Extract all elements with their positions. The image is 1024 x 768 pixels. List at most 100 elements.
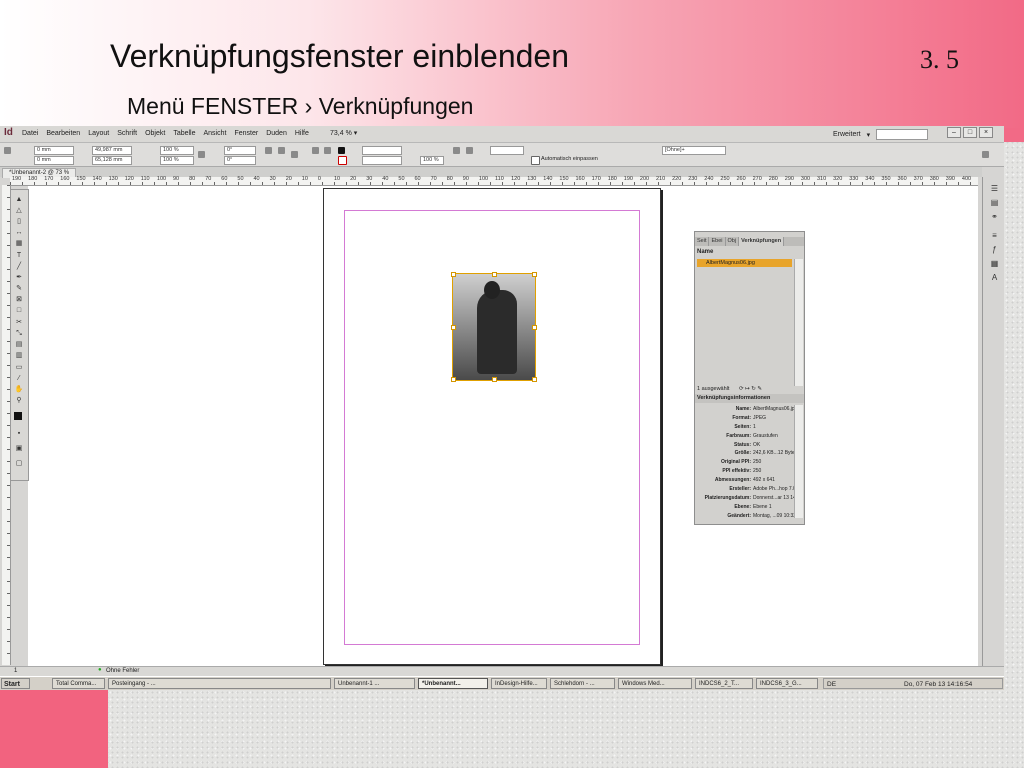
- x-field[interactable]: 0 mm: [34, 146, 74, 155]
- maximize-icon[interactable]: □: [963, 127, 977, 138]
- page-number-field[interactable]: 1: [14, 668, 17, 674]
- constrain-proportions-icon[interactable]: [198, 151, 205, 158]
- lightning-icon[interactable]: [982, 151, 989, 158]
- formatting-container-icon[interactable]: ▪: [14, 430, 24, 437]
- frame-handle[interactable]: [451, 272, 456, 277]
- type-tool-icon[interactable]: T: [14, 252, 24, 259]
- menu-item-datei[interactable]: Datei: [22, 130, 38, 137]
- menu-item-schrift[interactable]: Schrift: [117, 130, 137, 137]
- pencil-tool-icon[interactable]: ✎: [14, 285, 24, 292]
- minimize-icon[interactable]: –: [947, 127, 961, 138]
- taskbar-task[interactable]: Posteingang - ...: [108, 678, 331, 689]
- shear-field[interactable]: 0°: [224, 156, 256, 165]
- frame-handle[interactable]: [532, 377, 537, 382]
- panel-tab[interactable]: Ebei: [709, 237, 726, 246]
- taskbar-task[interactable]: Windows Med...: [618, 678, 692, 689]
- line-tool-icon[interactable]: ╱: [14, 263, 24, 270]
- document-page[interactable]: [323, 188, 661, 665]
- select-content-icon[interactable]: [324, 147, 331, 154]
- opacity-field[interactable]: 100 %: [420, 156, 444, 165]
- p-icon[interactable]: [291, 151, 298, 158]
- image-frame-albert-magnus[interactable]: [451, 272, 537, 382]
- menu-item-hilfe[interactable]: Hilfe: [295, 130, 309, 137]
- frame-handle[interactable]: [532, 325, 537, 330]
- swatches-panel-icon[interactable]: ▦: [989, 260, 1000, 268]
- rectangle-frame-tool-icon[interactable]: ⊠: [14, 296, 24, 303]
- links-name-header[interactable]: Name: [697, 249, 713, 255]
- hand-tool-icon[interactable]: ✋: [14, 386, 24, 393]
- edit-original-icon[interactable]: ✎: [757, 386, 762, 392]
- zoom-field[interactable]: 73,4 % ▾: [330, 129, 357, 137]
- update-link-icon[interactable]: ↻: [751, 386, 756, 392]
- corner-field[interactable]: [490, 146, 524, 155]
- fill-color-icon[interactable]: [14, 412, 22, 420]
- selection-tool-icon[interactable]: ▲: [14, 196, 24, 203]
- link-info-scrollbar[interactable]: [794, 405, 803, 518]
- gap-tool-icon[interactable]: ↔: [14, 229, 24, 236]
- link-info-header[interactable]: Verknüpfungsinformationen: [695, 394, 804, 403]
- note-tool-icon[interactable]: ▭: [14, 364, 24, 371]
- taskbar-task[interactable]: INDCS6_3_G...: [756, 678, 818, 689]
- taskbar-task[interactable]: Total Comma...: [52, 678, 105, 689]
- taskbar-task[interactable]: Schlehdorn - ...: [550, 678, 615, 689]
- panel-tab[interactable]: Verknüpfungen: [739, 237, 785, 246]
- start-button[interactable]: Start: [1, 678, 30, 689]
- rectangle-tool-icon[interactable]: □: [14, 307, 24, 314]
- goto-link-icon[interactable]: ↦: [745, 386, 750, 392]
- preview-mode-icon[interactable]: ▣: [14, 445, 24, 452]
- menu-item-tabelle[interactable]: Tabelle: [173, 130, 195, 137]
- pen-tool-icon[interactable]: ✒: [14, 274, 24, 281]
- stroke-weight-field[interactable]: [362, 146, 402, 155]
- stroke-swatch-icon[interactable]: [338, 156, 347, 165]
- screen-mode-icon[interactable]: ▢: [14, 460, 24, 467]
- scale-x-field[interactable]: 100 %: [160, 146, 194, 155]
- pages-panel-icon[interactable]: ☰: [989, 185, 1000, 193]
- menu-item-layout[interactable]: Layout: [88, 130, 109, 137]
- layers-panel-icon[interactable]: ▤: [989, 199, 1000, 207]
- preflight-status[interactable]: Ohne Fehler: [106, 668, 139, 674]
- frame-handle[interactable]: [451, 377, 456, 382]
- y-field[interactable]: 0 mm: [34, 156, 74, 165]
- autofit-checkbox[interactable]: [531, 156, 540, 165]
- fitting-proportional-icon[interactable]: [466, 147, 473, 154]
- free-transform-tool-icon[interactable]: ⤡: [14, 330, 24, 337]
- flip-horizontal-icon[interactable]: [278, 147, 285, 154]
- rotate-icon[interactable]: [265, 147, 272, 154]
- height-field[interactable]: 65,128 mm: [92, 156, 132, 165]
- taskbar-task[interactable]: *Unbenannt...: [418, 678, 488, 689]
- menu-item-objekt[interactable]: Objekt: [145, 130, 165, 137]
- zoom-tool-icon[interactable]: ⚲: [14, 397, 24, 404]
- menu-item-ansicht[interactable]: Ansicht: [204, 130, 227, 137]
- object-style-field[interactable]: [Ohne]+: [662, 146, 726, 155]
- scissors-tool-icon[interactable]: ✂: [14, 319, 24, 326]
- stroke-type-field[interactable]: [362, 156, 402, 165]
- frame-handle[interactable]: [492, 272, 497, 277]
- panel-tab[interactable]: Obj: [726, 237, 740, 246]
- effects-panel-icon[interactable]: ƒ: [989, 246, 1000, 254]
- fitting-icon[interactable]: [453, 147, 460, 154]
- character-panel-icon[interactable]: A: [989, 274, 1000, 282]
- direct-selection-tool-icon[interactable]: △: [14, 207, 24, 214]
- menu-item-duden[interactable]: Duden: [266, 130, 287, 137]
- links-scrollbar[interactable]: [794, 259, 803, 386]
- page-tool-icon[interactable]: ▯: [14, 218, 24, 225]
- scale-y-field[interactable]: 100 %: [160, 156, 194, 165]
- frame-handle[interactable]: [492, 377, 497, 382]
- width-field[interactable]: 49,987 mm: [92, 146, 132, 155]
- stroke-panel-icon[interactable]: ≡: [989, 232, 1000, 240]
- workspace-switcher[interactable]: Erweitert: [833, 131, 861, 138]
- taskbar-task[interactable]: Unbenannt-1 ...: [334, 678, 415, 689]
- gradient-tool-icon[interactable]: ▤: [14, 341, 24, 348]
- taskbar-task[interactable]: InDesign-Hilfe...: [491, 678, 547, 689]
- menu-item-fenster[interactable]: Fenster: [234, 130, 258, 137]
- link-row-selected[interactable]: AlbertMagnus06.jpg: [697, 259, 792, 267]
- menu-item-bearbeiten[interactable]: Bearbeiten: [46, 130, 80, 137]
- frame-handle[interactable]: [532, 272, 537, 277]
- gradient-feather-tool-icon[interactable]: ▥: [14, 352, 24, 359]
- close-icon[interactable]: ×: [979, 127, 993, 138]
- search-field[interactable]: [876, 129, 929, 140]
- taskbar-task[interactable]: INDCS6_2_T...: [695, 678, 753, 689]
- fill-swatch-icon[interactable]: [338, 147, 345, 154]
- frame-handle[interactable]: [451, 325, 456, 330]
- workspace-dropdown-icon[interactable]: ▾: [867, 131, 871, 139]
